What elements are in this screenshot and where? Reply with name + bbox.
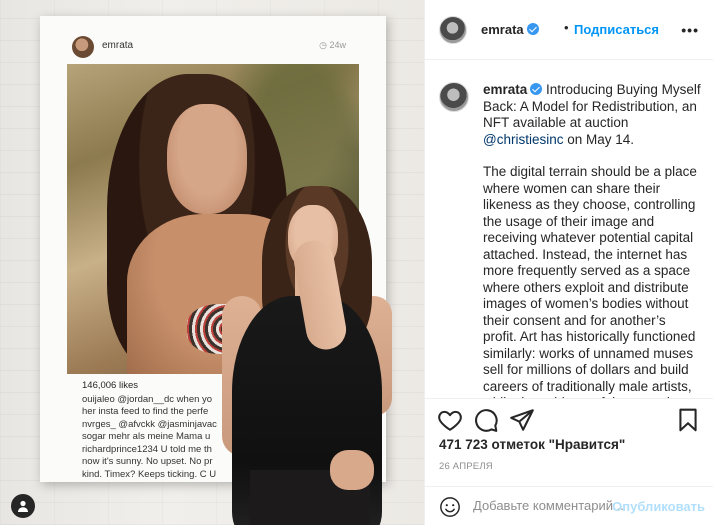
more-options-icon[interactable]: ••• bbox=[681, 22, 699, 38]
separator-dot: • bbox=[564, 20, 569, 35]
comment-button[interactable] bbox=[473, 407, 499, 433]
author-username[interactable]: emrata bbox=[481, 22, 539, 37]
comment-icon bbox=[475, 409, 498, 432]
print-time: ◷ 24w bbox=[319, 40, 346, 50]
verified-badge-icon bbox=[530, 83, 543, 95]
author-avatar[interactable] bbox=[439, 16, 467, 44]
save-button[interactable] bbox=[675, 407, 701, 433]
share-button[interactable] bbox=[509, 407, 535, 433]
print-username: emrata bbox=[102, 40, 134, 51]
print-avatar bbox=[72, 36, 94, 58]
caption-username[interactable]: emrata bbox=[483, 82, 527, 97]
likes-count[interactable]: 471 723 отметок "Нравится" bbox=[439, 437, 625, 452]
person-icon bbox=[18, 500, 28, 512]
caption-author-avatar[interactable] bbox=[439, 82, 469, 112]
print-header: emrata ◷ 24w bbox=[40, 16, 386, 64]
emoji-button[interactable] bbox=[439, 496, 461, 518]
mention-link[interactable]: @christiesinc bbox=[483, 132, 563, 147]
follow-button[interactable]: Подписаться bbox=[574, 22, 659, 37]
print-photo-face bbox=[167, 104, 247, 214]
heart-icon bbox=[438, 410, 462, 431]
publish-button[interactable]: Опубликовать bbox=[612, 499, 705, 514]
bookmark-icon bbox=[679, 408, 697, 432]
like-button[interactable] bbox=[437, 407, 463, 433]
add-comment-bar: Опубликовать bbox=[425, 486, 713, 525]
comments-section[interactable]: emrata Introducing Buying Myself Back: A… bbox=[425, 60, 713, 398]
caption-intro-paragraph: emrata Introducing Buying Myself Back: A… bbox=[483, 82, 703, 148]
caption-body: The digital terrain should be a place wh… bbox=[483, 164, 697, 398]
caption-intro-end: on May 14. bbox=[567, 131, 635, 147]
tagged-users-button[interactable] bbox=[11, 494, 35, 518]
post-image[interactable]: emrata ◷ 24w 146,006 likes ouijaleo @jor… bbox=[0, 0, 424, 525]
author-username-text[interactable]: emrata bbox=[481, 22, 524, 37]
print-time-value: 24w bbox=[329, 40, 346, 50]
paper-plane-icon bbox=[510, 409, 534, 431]
post-side-panel: emrata • Подписаться ••• emrata Introduc… bbox=[424, 0, 713, 525]
post-actions: 471 723 отметок "Нравится" 26 АПРЕЛЯ bbox=[425, 398, 713, 498]
emoji-icon bbox=[440, 497, 460, 517]
post-header: emrata • Подписаться ••• bbox=[425, 0, 713, 60]
verified-badge-icon bbox=[526, 23, 539, 35]
person-hand bbox=[330, 450, 374, 490]
comment-input[interactable] bbox=[473, 498, 623, 513]
post-date[interactable]: 26 АПРЕЛЯ bbox=[439, 461, 493, 472]
post-caption: emrata Introducing Buying Myself Back: A… bbox=[483, 82, 703, 398]
